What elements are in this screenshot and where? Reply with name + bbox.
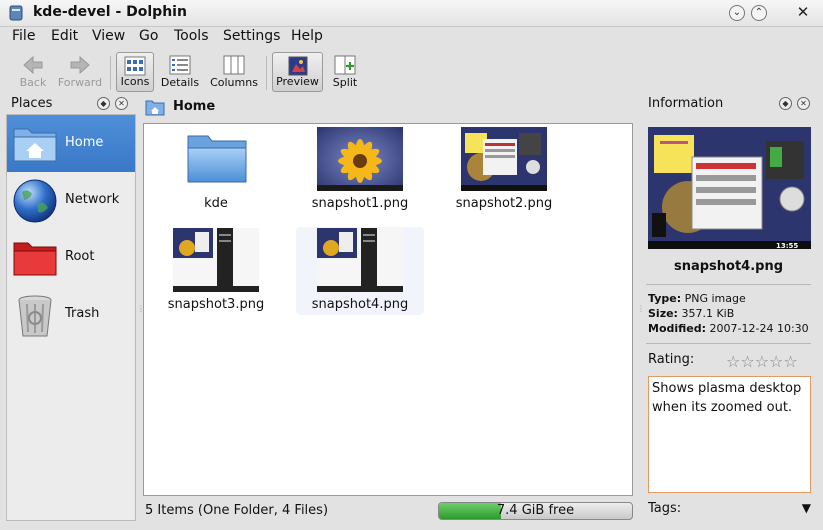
forward-button[interactable]: Forward — [56, 52, 104, 92]
home-folder-icon — [13, 128, 57, 162]
menu-go[interactable]: Go — [139, 28, 158, 44]
rating-stars[interactable]: ☆☆☆☆☆ — [726, 352, 798, 371]
info-modified-row: Modified: 2007-12-24 10:30 — [648, 322, 809, 335]
menu-view[interactable]: View — [92, 28, 125, 44]
places-float-button[interactable]: ◆ — [97, 97, 110, 110]
status-text: 5 Items (One Folder, 4 Files) — [145, 503, 329, 518]
main-toolbar: Back Forward Icons Details Columns Previ… — [0, 48, 823, 94]
star-icon[interactable]: ☆ — [755, 352, 769, 371]
dolphin-app-icon — [9, 5, 23, 21]
star-icon[interactable]: ☆ — [726, 352, 740, 371]
place-home[interactable]: Home — [7, 115, 135, 172]
free-space-label: 7.4 GiB free — [496, 503, 575, 518]
dolphin-window: kde-devel - Dolphin ⌄ ⌃ ✕ File Edit View… — [0, 0, 823, 530]
flower-thumbnail — [317, 127, 403, 191]
info-size-row: Size: 357.1 KiB — [648, 307, 735, 320]
menu-edit[interactable]: Edit — [51, 28, 78, 44]
info-splitter-handle[interactable]: ⋮ — [637, 304, 645, 314]
toolbar-separator — [266, 56, 267, 90]
folder-icon — [187, 135, 247, 183]
star-icon[interactable]: ☆ — [740, 352, 754, 371]
place-network[interactable]: Network — [7, 172, 135, 229]
rating-label: Rating: — [648, 352, 695, 367]
back-button[interactable]: Back — [12, 52, 54, 92]
close-window-button[interactable]: ✕ — [795, 4, 811, 20]
toolbar-separator — [110, 56, 111, 90]
icons-view-button[interactable]: Icons — [116, 52, 154, 92]
forward-arrow-icon — [70, 55, 90, 75]
desktop-thumbnail — [461, 127, 547, 191]
file-item-snapshot4[interactable]: snapshot4.png — [296, 227, 424, 315]
network-globe-icon — [13, 179, 57, 223]
comment-textarea[interactable]: Shows plasma desktop when its zoomed out… — [648, 376, 811, 493]
file-item-snapshot1[interactable]: snapshot1.png — [296, 126, 424, 214]
file-icon-view[interactable]: kde snapshot1.png snapshot2.png snapshot… — [143, 123, 633, 496]
info-float-button[interactable]: ◆ — [779, 97, 792, 110]
title-bar[interactable]: kde-devel - Dolphin ⌄ ⌃ ✕ — [0, 0, 823, 27]
info-panel-title: Information — [648, 96, 724, 111]
places-panel-title: Places — [11, 96, 53, 111]
menu-help[interactable]: Help — [291, 28, 323, 44]
file-item-kde[interactable]: kde — [152, 126, 280, 214]
star-icon[interactable]: ☆ — [783, 352, 797, 371]
preview-image-icon — [288, 56, 307, 76]
menu-tools[interactable]: Tools — [174, 28, 209, 44]
back-arrow-icon — [23, 55, 43, 75]
zoomed-desktop-thumbnail — [317, 228, 403, 292]
home-location-icon — [145, 100, 165, 116]
menu-settings[interactable]: Settings — [223, 28, 280, 44]
places-close-button[interactable]: ✕ — [115, 97, 128, 110]
menu-file[interactable]: File — [12, 28, 35, 44]
info-divider — [646, 284, 811, 285]
icons-view-icon — [124, 56, 146, 76]
location-bar-path[interactable]: Home — [173, 99, 215, 114]
file-item-snapshot2[interactable]: snapshot2.png — [440, 126, 568, 214]
info-panel: 13:55 snapshot4.png Type: PNG image Size… — [642, 114, 815, 520]
svg-text:13:55: 13:55 — [776, 242, 798, 249]
free-space-bar: 7.4 GiB free — [438, 502, 633, 520]
red-folder-icon — [13, 242, 57, 276]
chevron-down-icon[interactable]: ▼ — [802, 501, 811, 515]
preview-image: 13:55 — [648, 127, 811, 249]
places-panel: Home Network Root Trash — [6, 114, 136, 521]
split-view-icon — [334, 55, 356, 75]
place-root[interactable]: Root — [7, 229, 135, 286]
info-close-button[interactable]: ✕ — [797, 97, 810, 110]
info-type-row: Type: PNG image — [648, 292, 746, 305]
info-filename: snapshot4.png — [673, 259, 784, 274]
star-icon[interactable]: ☆ — [769, 352, 783, 371]
menu-bar: File Edit View Go Tools Settings Help — [0, 26, 823, 48]
places-splitter-handle[interactable]: ⋮ — [137, 304, 145, 314]
place-trash[interactable]: Trash — [7, 286, 135, 343]
window-title: kde-devel - Dolphin — [33, 4, 187, 20]
file-item-snapshot3[interactable]: snapshot3.png — [152, 227, 280, 315]
split-view-button[interactable]: Split — [326, 52, 364, 92]
trash-icon — [18, 295, 52, 337]
columns-view-icon — [223, 55, 245, 75]
info-divider — [646, 343, 811, 344]
columns-view-button[interactable]: Columns — [208, 52, 260, 92]
minimize-button[interactable]: ⌄ — [729, 5, 745, 21]
details-view-button[interactable]: Details — [158, 52, 202, 92]
tags-label: Tags: — [648, 501, 682, 516]
maximize-button[interactable]: ⌃ — [751, 5, 767, 21]
zoomed-desktop-thumbnail — [173, 228, 259, 292]
preview-toggle-button[interactable]: Preview — [272, 52, 323, 92]
details-view-icon — [169, 55, 191, 75]
